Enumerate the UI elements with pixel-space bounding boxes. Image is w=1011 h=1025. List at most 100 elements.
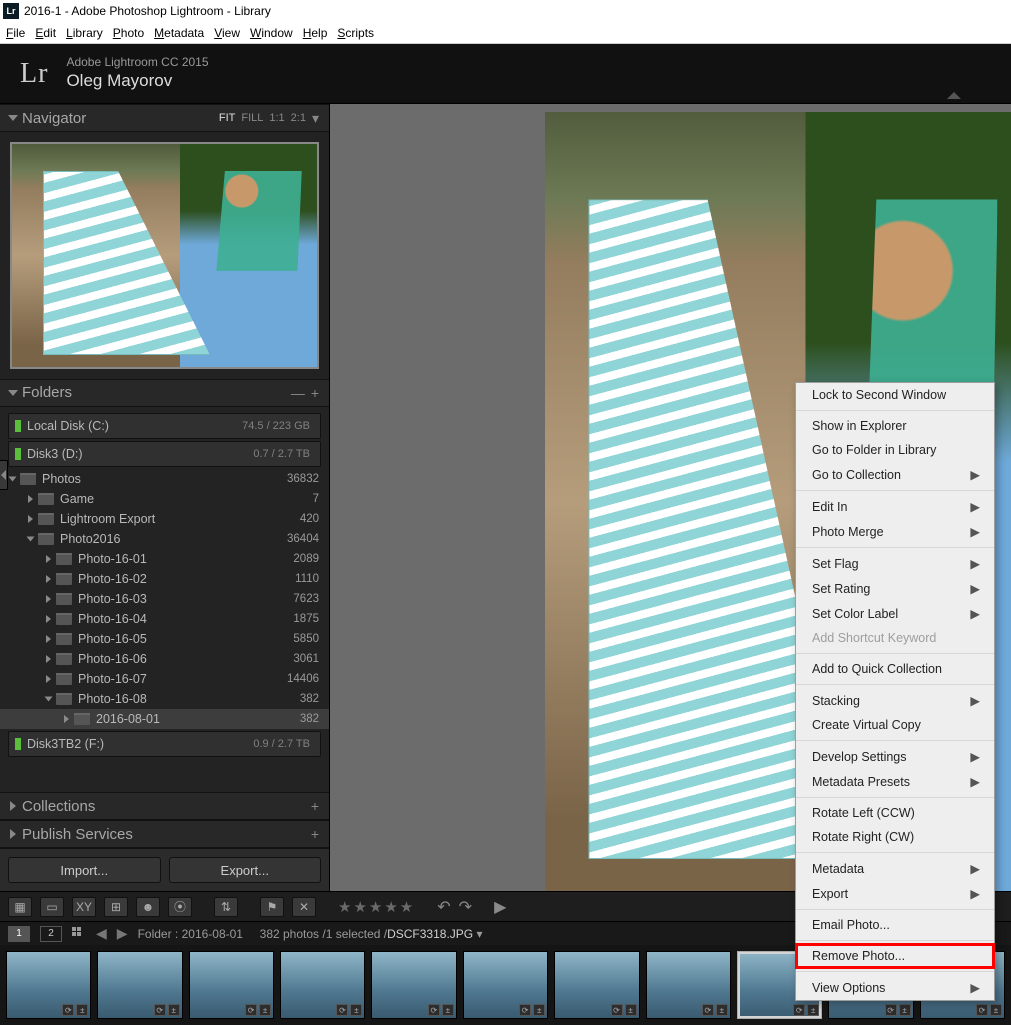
context-menu-item[interactable]: Metadata▶ — [796, 856, 994, 881]
context-menu-item[interactable]: Edit In▶ — [796, 494, 994, 519]
survey-view-icon[interactable]: ⊞ — [104, 897, 128, 917]
context-menu-item[interactable]: Create Virtual Copy — [796, 713, 994, 737]
context-menu-item[interactable]: Export▶ — [796, 881, 994, 906]
context-menu-item[interactable]: Lock to Second Window — [796, 383, 994, 407]
disclosure-triangle-icon[interactable] — [42, 635, 54, 643]
context-menu-item[interactable]: Metadata Presets▶ — [796, 769, 994, 794]
sort-direction-icon[interactable]: ⇅ — [214, 897, 238, 917]
navigator-header[interactable]: Navigator FITFILL1:12:1 ▾ — [0, 104, 329, 132]
disclosure-triangle-icon[interactable] — [8, 390, 18, 396]
navigator-zoom-menu-icon[interactable]: ▾ — [312, 110, 319, 127]
disclosure-triangle-icon[interactable] — [42, 575, 54, 583]
folder-row[interactable]: Photo-16-063061 — [0, 649, 329, 669]
context-menu-item[interactable]: Email Photo... — [796, 913, 994, 937]
disclosure-triangle-icon[interactable] — [24, 495, 36, 503]
folder-row[interactable]: Photo-16-055850 — [0, 629, 329, 649]
menu-edit[interactable]: Edit — [35, 24, 66, 42]
disclosure-triangle-icon[interactable] — [8, 115, 18, 121]
filmstrip-thumbnail[interactable]: ⟳± — [554, 951, 639, 1019]
filmstrip-thumbnail[interactable]: ⟳± — [280, 951, 365, 1019]
menu-file[interactable]: File — [6, 24, 35, 42]
context-menu-item[interactable]: Develop Settings▶ — [796, 744, 994, 769]
nav-prev-icon[interactable]: ◀ — [96, 925, 107, 942]
context-menu-item[interactable]: Remove Photo... — [796, 944, 994, 968]
secondary-monitor-button[interactable]: 2 — [40, 926, 62, 942]
volume-row[interactable]: Disk3TB2 (F:)0.9 / 2.7 TB — [8, 731, 321, 757]
folder-row[interactable]: Photo201636404 — [0, 529, 329, 549]
context-menu-item[interactable]: Set Color Label▶ — [796, 601, 994, 626]
disclosure-triangle-icon[interactable] — [42, 595, 54, 603]
folder-row[interactable]: Photo-16-08382 — [0, 689, 329, 709]
context-menu-item[interactable]: Go to Folder in Library — [796, 438, 994, 462]
folders-tree[interactable]: Local Disk (C:)74.5 / 223 GBDisk3 (D:)0.… — [0, 407, 329, 792]
zoom-fill[interactable]: FILL — [241, 112, 263, 124]
collapse-top-panel-icon[interactable] — [947, 92, 961, 99]
zoom-1-1[interactable]: 1:1 — [269, 112, 284, 124]
context-menu-item[interactable]: Photo Merge▶ — [796, 519, 994, 544]
grid-icon[interactable] — [72, 927, 86, 941]
context-menu-item[interactable]: Go to Collection▶ — [796, 462, 994, 487]
plus-icon[interactable]: + — [311, 798, 319, 814]
menu-window[interactable]: Window — [250, 24, 303, 42]
disclosure-triangle-icon[interactable] — [42, 615, 54, 623]
filmstrip-thumbnail[interactable]: ⟳± — [189, 951, 274, 1019]
folder-row[interactable]: 2016-08-01382 — [0, 709, 329, 729]
menu-library[interactable]: Library — [66, 24, 113, 42]
folder-row[interactable]: Game7 — [0, 489, 329, 509]
zoom-2-1[interactable]: 2:1 — [291, 112, 306, 124]
menu-help[interactable]: Help — [303, 24, 338, 42]
folder-row[interactable]: Lightroom Export420 — [0, 509, 329, 529]
volume-row[interactable]: Disk3 (D:)0.7 / 2.7 TB — [8, 441, 321, 467]
context-menu-item[interactable]: View Options▶ — [796, 975, 994, 1000]
plus-icon[interactable]: + — [311, 385, 319, 401]
context-menu-item[interactable]: Rotate Left (CCW) — [796, 801, 994, 825]
compare-view-icon[interactable]: XY — [72, 897, 96, 917]
folder-row[interactable]: Photo-16-012089 — [0, 549, 329, 569]
publish-header[interactable]: Publish Services + — [0, 820, 329, 848]
menu-photo[interactable]: Photo — [113, 24, 154, 42]
import-button[interactable]: Import... — [8, 857, 161, 883]
zoom-fit[interactable]: FIT — [219, 112, 236, 124]
left-panel-collapse-handle[interactable] — [0, 460, 8, 490]
folder-row[interactable]: Photo-16-041875 — [0, 609, 329, 629]
context-menu-item[interactable]: Show in Explorer — [796, 414, 994, 438]
rating-stars[interactable]: ★★★★★ — [338, 898, 415, 916]
collections-header[interactable]: Collections + — [0, 792, 329, 820]
loupe-view-icon[interactable]: ▭ — [40, 897, 64, 917]
slideshow-icon[interactable]: ▶ — [494, 897, 506, 917]
filmstrip-thumbnail[interactable]: ⟳± — [97, 951, 182, 1019]
disclosure-triangle-icon[interactable] — [10, 829, 16, 839]
primary-monitor-button[interactable]: 1 — [8, 926, 30, 942]
nav-next-icon[interactable]: ▶ — [117, 925, 128, 942]
disclosure-triangle-icon[interactable] — [10, 801, 16, 811]
disclosure-triangle-icon[interactable] — [42, 675, 54, 683]
context-menu-item[interactable]: Set Rating▶ — [796, 576, 994, 601]
context-menu-item[interactable]: Add to Quick Collection — [796, 657, 994, 681]
filmstrip-thumbnail[interactable]: ⟳± — [371, 951, 456, 1019]
plus-icon[interactable]: + — [311, 826, 319, 842]
people-view-icon[interactable]: ☻ — [136, 897, 160, 917]
rotate-ccw-icon[interactable]: ↶ — [437, 897, 450, 917]
disclosure-triangle-icon[interactable] — [60, 715, 72, 723]
context-menu-item[interactable]: Rotate Right (CW) — [796, 825, 994, 849]
navigator-thumbnail[interactable] — [10, 142, 319, 369]
filmstrip-thumbnail[interactable]: ⟳± — [463, 951, 548, 1019]
navigator-zoom-controls[interactable]: FIT FILL 1:1 2:1 — [213, 112, 306, 124]
menu-scripts[interactable]: Scripts — [337, 24, 384, 42]
folder-row[interactable]: Photo-16-037623 — [0, 589, 329, 609]
export-button[interactable]: Export... — [169, 857, 322, 883]
filmstrip-thumbnail[interactable]: ⟳± — [646, 951, 731, 1019]
menu-view[interactable]: View — [214, 24, 250, 42]
disclosure-triangle-icon[interactable] — [42, 555, 54, 563]
disclosure-triangle-icon[interactable] — [42, 655, 54, 663]
flag-pick-icon[interactable]: ⚑ — [260, 897, 284, 917]
menu-metadata[interactable]: Metadata — [154, 24, 214, 42]
disclosure-triangle-icon[interactable] — [42, 695, 54, 703]
grid-view-icon[interactable]: ▦ — [8, 897, 32, 917]
folder-row[interactable]: Photos36832 — [0, 469, 329, 489]
disclosure-triangle-icon[interactable] — [24, 515, 36, 523]
painter-spray-icon[interactable]: ⦿ — [168, 897, 192, 917]
minus-icon[interactable]: — — [291, 385, 305, 401]
folder-row[interactable]: Photo-16-021110 — [0, 569, 329, 589]
context-menu-item[interactable]: Stacking▶ — [796, 688, 994, 713]
